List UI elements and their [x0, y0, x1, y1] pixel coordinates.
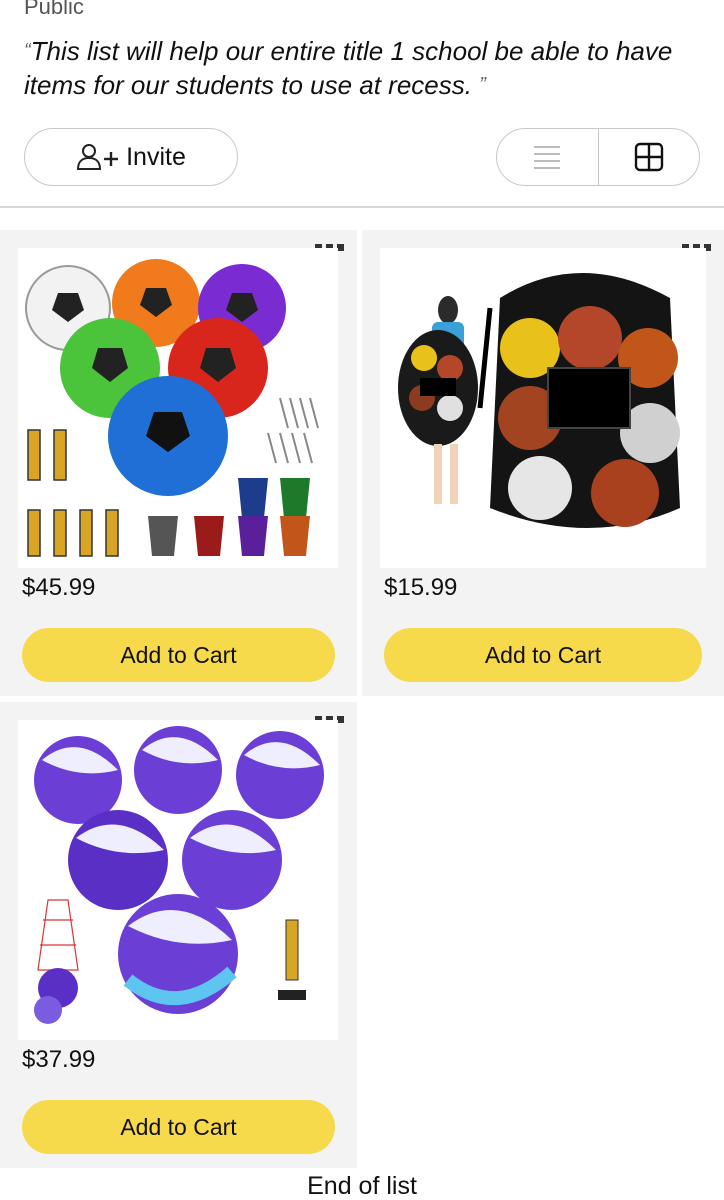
list-item: $37.99 Add to Cart [0, 702, 357, 1168]
invite-button[interactable]: Invite [24, 128, 238, 186]
end-of-list: End of list [307, 1172, 417, 1200]
add-to-cart-button[interactable]: Add to Cart [384, 628, 702, 682]
grid-view-button[interactable] [597, 129, 700, 185]
add-person-icon [77, 144, 119, 170]
item-price: $15.99 [384, 574, 458, 601]
list-item: $45.99 Add to Cart [0, 230, 357, 696]
list-item: $15.99 Add to Cart [362, 230, 724, 696]
view-toggle [496, 128, 700, 186]
quote-open: “ [24, 40, 31, 62]
product-image[interactable] [380, 248, 706, 568]
product-image[interactable] [18, 720, 338, 1040]
invite-label: Invite [126, 142, 186, 171]
item-price: $37.99 [22, 1046, 96, 1073]
list-visibility: Public [24, 0, 84, 19]
list-view-button[interactable] [497, 129, 598, 185]
list-description: “This list will help our entire title 1 … [24, 34, 684, 102]
list-view-icon [534, 146, 561, 169]
quote-close: ” [479, 74, 486, 96]
grid-view-icon [634, 142, 663, 172]
add-to-cart-button[interactable]: Add to Cart [22, 1100, 335, 1154]
add-to-cart-button[interactable]: Add to Cart [22, 628, 335, 682]
item-price: $45.99 [22, 574, 96, 601]
list-description-text: This list will help our entire title 1 s… [24, 36, 673, 100]
divider [0, 206, 724, 208]
product-image[interactable] [18, 248, 338, 568]
